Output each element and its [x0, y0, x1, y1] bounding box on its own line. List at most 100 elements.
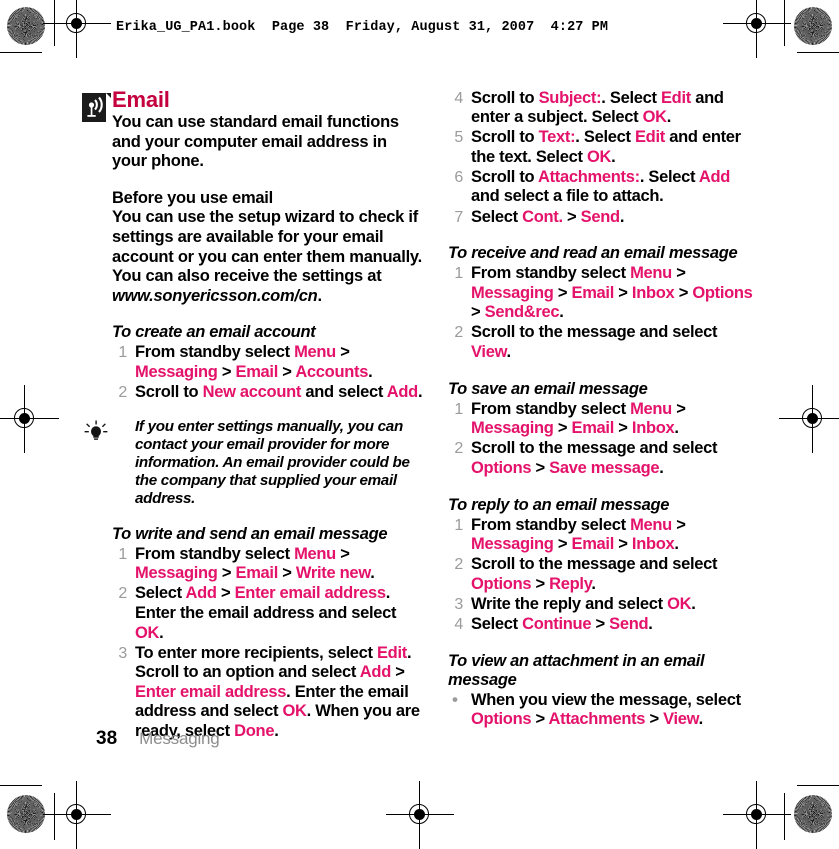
ui-term: OK: [667, 594, 692, 613]
ui-term: Add: [359, 663, 391, 682]
steps-write-and-send: 1 From standby select Menu > Messaging > …: [112, 545, 424, 742]
page-footer: 38 Messaging: [96, 728, 220, 750]
ui-term: Email: [235, 362, 279, 381]
step-number: 1: [454, 400, 463, 418]
ui-term: Options: [692, 283, 753, 302]
step-text: .: [506, 343, 512, 362]
step-text: .: [417, 383, 423, 402]
step-text: Select: [471, 614, 523, 633]
steps-reply-to-message: 1 From standby select Menu > Messaging > …: [448, 516, 760, 635]
ui-term: Accounts: [295, 362, 369, 381]
step-text: .: [611, 147, 616, 166]
procedure-step: 2 Scroll to the message and select Option…: [448, 439, 760, 478]
ui-term: Cont.: [522, 207, 563, 226]
step-text: Select: [471, 207, 523, 226]
ui-term: New account: [202, 383, 302, 402]
step-text: .: [559, 303, 564, 322]
procedure-step: 3 To enter more recipients, select Edit. …: [112, 644, 424, 742]
step-number: 1: [454, 516, 463, 534]
manual-page: Email You can use standard email functio…: [0, 0, 839, 840]
page-title: Email: [112, 87, 170, 112]
procedure-step: 2 Scroll to the message and select Option…: [448, 555, 760, 594]
step-text: Scroll to: [135, 383, 203, 402]
step-text: >: [671, 515, 686, 534]
ui-term: Write new: [295, 564, 371, 583]
ui-term: Send: [580, 207, 620, 226]
ui-term: Messaging: [471, 535, 554, 554]
tip-callout: If you enter settings manually, you can …: [84, 418, 424, 508]
sonyericsson-url: www.sonyericsson.com/cn: [112, 286, 318, 305]
step-text: >: [553, 419, 572, 438]
ui-term: Add: [386, 383, 418, 402]
step-number: 1: [118, 344, 127, 362]
signal-wave-icon: [82, 93, 111, 122]
ui-term: Done: [234, 721, 275, 740]
ui-term: Options: [471, 710, 532, 729]
step-number: 7: [454, 208, 463, 226]
ui-term: Menu: [294, 343, 336, 362]
step-text: >: [671, 399, 686, 418]
step-text: >: [614, 419, 632, 438]
step-text: and select: [301, 383, 387, 402]
step-text: >: [531, 710, 549, 729]
heading-to-receive-and-read-an-email-message: To receive and read an email message: [448, 244, 738, 263]
ui-term: Save message: [549, 458, 660, 477]
ui-term: Messaging: [471, 419, 554, 438]
step-text: .: [666, 108, 672, 127]
ui-term: Menu: [630, 264, 672, 283]
step-text: .: [698, 710, 704, 729]
heading-to-reply-to-an-email-message: To reply to an email message: [448, 495, 670, 514]
step-text: Scroll to the message and select: [471, 439, 718, 458]
before-body-text: You can use the setup wizard to check if…: [112, 208, 422, 286]
step-text: >: [671, 264, 686, 283]
steps-create-account: 1 From standby select Menu > Messaging > …: [112, 343, 424, 402]
step-text: >: [278, 362, 296, 381]
procedure-step: 1 From standby select Menu > Messaging > …: [448, 264, 760, 323]
steps-view-attachment: • When you view the message, select Optio…: [448, 690, 760, 730]
ui-term: Email: [571, 419, 615, 438]
ui-term: View: [663, 710, 699, 729]
step-text: >: [614, 535, 632, 554]
step-text: . Select: [639, 167, 699, 186]
step-number: 1: [118, 545, 127, 563]
step-text: Select: [135, 584, 186, 603]
ui-term: Menu: [630, 515, 672, 534]
step-text: .: [691, 594, 696, 613]
right-column: 4 Scroll to Subject:. Select Edit and ent…: [448, 88, 760, 730]
step-text: >: [335, 544, 350, 563]
step-number: 2: [454, 440, 463, 458]
ui-term: OK: [586, 147, 612, 166]
step-text: >: [674, 283, 693, 302]
ui-term: OK: [642, 108, 667, 127]
ui-term: OK: [135, 623, 160, 642]
step-text: Scroll to: [471, 167, 538, 186]
step-number: 2: [454, 324, 463, 342]
step-text: >: [531, 458, 550, 477]
procedure-step: 6 Scroll to Attachments:. Select Add and …: [448, 168, 760, 207]
step-text: and select a file to attach.: [471, 187, 664, 206]
footer-page-number: 38: [96, 728, 118, 749]
procedure-step: 5 Scroll to Text:. Select Edit and enter …: [448, 128, 760, 167]
ui-term: Send: [609, 614, 649, 633]
step-text: .: [659, 458, 664, 477]
procedure-step: 1 From standby select Menu > Messaging > …: [112, 545, 424, 584]
step-number: 2: [454, 556, 463, 574]
step-number: 2: [118, 384, 127, 402]
ui-term: Attachments: [548, 710, 646, 729]
step-text: .: [368, 362, 373, 381]
procedure-step: 1 From standby select Menu > Messaging > …: [112, 343, 424, 382]
step-text: >: [278, 564, 296, 583]
step-text: From standby select: [471, 515, 631, 534]
step-text: .: [591, 574, 596, 593]
ui-term: Enter email address: [234, 584, 386, 603]
step-text: . Select: [575, 128, 635, 147]
step-text: From standby select: [135, 343, 295, 362]
before-body-period: .: [317, 286, 322, 305]
ui-term: Email: [235, 564, 279, 583]
ui-term: Edit: [376, 643, 407, 662]
step-text: From standby select: [471, 264, 631, 283]
procedure-step: 2 Scroll to New account and select Add.: [112, 383, 424, 403]
step-text: >: [531, 574, 550, 593]
step-text: Scroll to the message and select: [471, 323, 718, 342]
ui-term: Send&rec: [484, 303, 560, 322]
